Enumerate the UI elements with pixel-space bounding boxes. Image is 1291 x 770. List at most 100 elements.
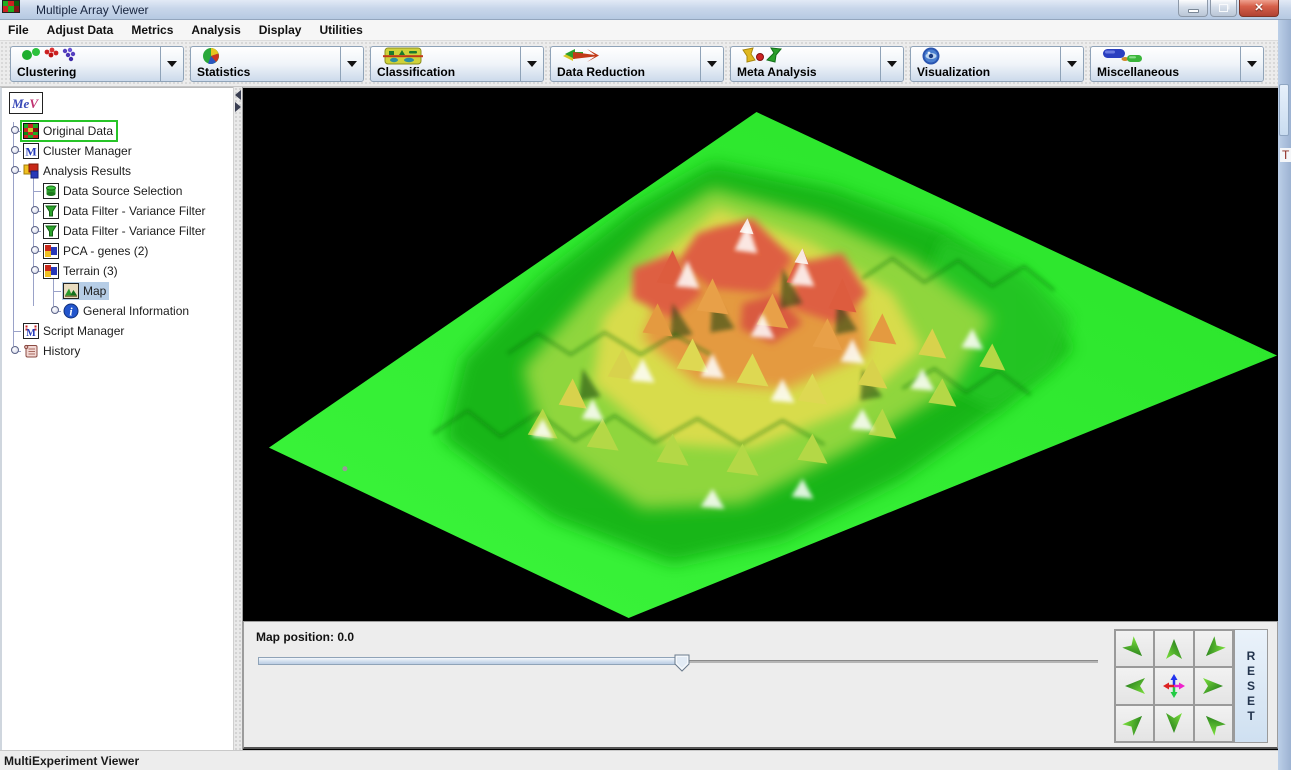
miscellaneous-button[interactable]: Miscellaneous (1090, 46, 1264, 82)
menu-utilities[interactable]: Utilities (319, 23, 362, 37)
miscellaneous-dropdown[interactable] (1240, 47, 1263, 81)
rotate-left-button[interactable] (1115, 667, 1154, 704)
tree-item-analysis-results[interactable]: Analysis Results (2, 161, 233, 181)
clustering-dropdown[interactable] (160, 47, 183, 81)
rotate-right-button[interactable] (1194, 667, 1233, 704)
expand-handle-icon[interactable] (11, 346, 19, 354)
minimize-button[interactable] (1178, 0, 1208, 17)
slider-track[interactable] (682, 660, 1098, 663)
chevron-down-icon (707, 61, 717, 67)
chevron-down-icon (1247, 61, 1257, 67)
rotate-center-button[interactable] (1154, 667, 1193, 704)
rotate-down-left-button[interactable] (1115, 705, 1154, 742)
data-reduction-dropdown[interactable] (700, 47, 723, 81)
close-button[interactable]: ✕ (1239, 0, 1279, 17)
reset-letter: S (1247, 680, 1255, 693)
tree-item-pca-genes[interactable]: PCA - genes (2) (2, 241, 233, 261)
tree-item-data-filter-2[interactable]: Data Filter - Variance Filter (2, 221, 233, 241)
classification-button[interactable]: Classification (370, 46, 544, 82)
arrow-up-icon (1161, 636, 1187, 662)
tree-item-cluster-manager[interactable]: M Cluster Manager (2, 141, 233, 161)
chevron-down-icon (1067, 61, 1077, 67)
scrollbar-thumb[interactable] (1279, 84, 1289, 136)
clustering-button[interactable]: Clustering (10, 46, 184, 82)
menu-metrics[interactable]: Metrics (131, 23, 173, 37)
statistics-dropdown[interactable] (340, 47, 363, 81)
slider-track-filled[interactable] (258, 657, 682, 665)
rotation-arrow-pad (1114, 629, 1234, 743)
rotate-down-right-button[interactable] (1194, 705, 1233, 742)
statistics-button[interactable]: Statistics (190, 46, 364, 82)
expand-handle-icon[interactable] (51, 306, 59, 314)
toolbar: Clustering Statistics (0, 41, 1278, 87)
restore-icon (1219, 4, 1228, 12)
menu-display[interactable]: Display (259, 23, 302, 37)
tree-item-label: Script Manager (43, 324, 124, 338)
expand-handle-icon[interactable] (31, 226, 39, 234)
chevron-down-icon (167, 61, 177, 67)
map-position-slider[interactable] (258, 652, 1098, 672)
chevron-down-icon (527, 61, 537, 67)
tree-item-label: General Information (83, 304, 189, 318)
reset-letter: T (1247, 710, 1254, 723)
title-bar[interactable]: Multiple Array Viewer ✕ (0, 0, 1291, 20)
tree-item-data-filter-1[interactable]: Data Filter - Variance Filter (2, 201, 233, 221)
expand-handle-icon[interactable] (11, 146, 19, 154)
menu-analysis[interactable]: Analysis (191, 23, 240, 37)
tree-item-label: Data Filter - Variance Filter (63, 204, 205, 218)
menu-bar: File Adjust Data Metrics Analysis Displa… (0, 20, 1278, 41)
result-icon (43, 263, 59, 279)
tree-item-original-data[interactable]: Original Data (2, 121, 233, 141)
terrain-canvas (243, 88, 1278, 621)
main-panel: Map position: 0.0 (243, 87, 1278, 750)
visualization-label: Visualization (917, 66, 1054, 79)
app-icon (2, 0, 20, 13)
border-artifact-text: T (1280, 148, 1291, 162)
window-title: Multiple Array Viewer (36, 3, 149, 17)
visualization-button[interactable]: Visualization (910, 46, 1084, 82)
expand-handle-icon[interactable] (11, 166, 19, 174)
tree-item-label: Data Filter - Variance Filter (63, 224, 205, 238)
collapse-right-icon[interactable] (235, 102, 241, 112)
tree-item-label: Cluster Manager (43, 144, 132, 158)
reset-button[interactable]: R E S E T (1234, 629, 1268, 743)
tree-item-map[interactable]: Map (2, 281, 233, 301)
tree-item-general-information[interactable]: i General Information (2, 301, 233, 321)
slider-thumb[interactable] (674, 654, 690, 672)
expand-handle-icon[interactable] (31, 266, 39, 274)
menu-adjust-data[interactable]: Adjust Data (47, 23, 114, 37)
collapse-left-icon[interactable] (235, 90, 241, 100)
svg-text:M: M (25, 145, 36, 159)
restore-button[interactable] (1210, 0, 1237, 17)
meta-analysis-dropdown[interactable] (880, 47, 903, 81)
tree-item-label: Terrain (3) (63, 264, 118, 278)
arrow-nw-icon (1200, 710, 1226, 736)
tree-item-data-source-selection[interactable]: Data Source Selection (2, 181, 233, 201)
classification-dropdown[interactable] (520, 47, 543, 81)
tree-item-script-manager[interactable]: M Script Manager (2, 321, 233, 341)
funnel-icon (43, 223, 59, 239)
tree-item-terrain[interactable]: Terrain (3) (2, 261, 233, 281)
rotate-down-button[interactable] (1154, 705, 1193, 742)
viewer-control-panel: Map position: 0.0 (243, 621, 1278, 749)
visualization-dropdown[interactable] (1060, 47, 1083, 81)
arrow-sw-icon (1200, 636, 1226, 662)
menu-file[interactable]: File (8, 23, 29, 37)
script-manager-icon: M (23, 323, 39, 339)
expand-handle-icon[interactable] (11, 126, 19, 134)
expand-handle-icon[interactable] (31, 206, 39, 214)
close-icon: ✕ (1254, 3, 1263, 14)
navigation-tree[interactable]: MeV Original Data M Cluster Manager (0, 87, 233, 750)
rotate-up-right-button[interactable] (1194, 630, 1233, 667)
expand-handle-icon[interactable] (31, 246, 39, 254)
terrain-3d-view[interactable] (243, 88, 1278, 621)
tree-item-history[interactable]: History (2, 341, 233, 361)
data-reduction-button[interactable]: Data Reduction (550, 46, 724, 82)
split-divider[interactable] (233, 87, 243, 750)
rotate-up-button[interactable] (1154, 630, 1193, 667)
arrow-right-icon (1200, 673, 1226, 699)
classification-icon (377, 46, 514, 66)
meta-analysis-button[interactable]: Meta Analysis (730, 46, 904, 82)
rotate-up-left-button[interactable] (1115, 630, 1154, 667)
reset-letter: E (1247, 695, 1255, 708)
